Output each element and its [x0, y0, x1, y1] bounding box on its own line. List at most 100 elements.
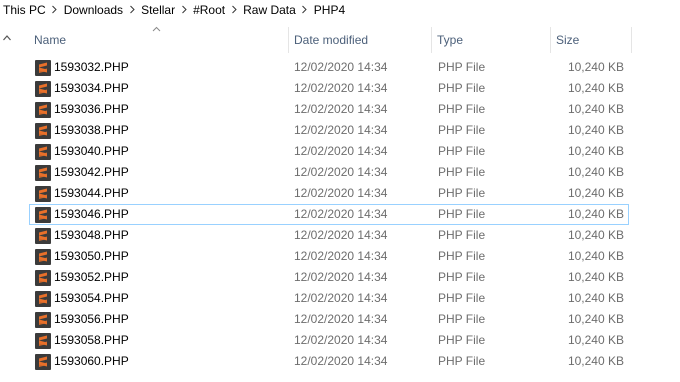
file-type: PHP File	[438, 333, 486, 347]
file-name: 1593036.PHP	[54, 102, 129, 116]
breadcrumb-item-this-pc[interactable]: This PC	[2, 3, 47, 17]
file-size: 10,240 KB	[567, 207, 624, 221]
file-row[interactable]: 1593032.PHP 12/02/2020 14:34 PHP File 10,24…	[29, 57, 629, 78]
breadcrumb-item-downloads[interactable]: Downloads	[63, 3, 124, 17]
sublime-text-file-icon	[35, 312, 51, 328]
file-date-modified: 12/02/2020 14:34	[294, 312, 388, 326]
file-name: 1593056.PHP	[54, 312, 129, 326]
file-type: PHP File	[438, 144, 486, 158]
file-name: 1593052.PHP	[54, 270, 129, 284]
file-row[interactable]: 1593036.PHP 12/02/2020 14:34 PHP File 10,24…	[29, 99, 629, 120]
chevron-right-icon[interactable]	[297, 4, 313, 16]
breadcrumb-item-stellar[interactable]: Stellar	[140, 3, 176, 17]
file-explorer-window: This PC Downloads Stellar #Root Raw Data…	[0, 0, 680, 382]
file-size: 10,240 KB	[567, 312, 624, 326]
file-row[interactable]: 1593044.PHP 12/02/2020 14:34 PHP File 10,24…	[29, 183, 629, 204]
file-type: PHP File	[438, 60, 486, 74]
file-date-modified: 12/02/2020 14:34	[294, 333, 388, 347]
chevron-right-icon[interactable]	[176, 4, 192, 16]
chevron-right-icon[interactable]	[124, 4, 140, 16]
file-size: 10,240 KB	[567, 81, 624, 95]
file-name: 1593038.PHP	[54, 123, 129, 137]
file-row[interactable]: 1593052.PHP 12/02/2020 14:34 PHP File 10,24…	[29, 267, 629, 288]
file-name: 1593048.PHP	[54, 228, 129, 242]
sublime-text-file-icon	[35, 60, 51, 76]
file-date-modified: 12/02/2020 14:34	[294, 102, 388, 116]
file-date-modified: 12/02/2020 14:34	[294, 123, 388, 137]
file-row[interactable]: 1593050.PHP 12/02/2020 14:34 PHP File 10,24…	[29, 246, 629, 267]
file-size: 10,240 KB	[567, 333, 624, 347]
file-row[interactable]: 1593058.PHP 12/02/2020 14:34 PHP File 10,24…	[29, 330, 629, 351]
file-size: 10,240 KB	[567, 291, 624, 305]
sublime-text-file-icon	[35, 207, 51, 223]
sublime-text-file-icon	[35, 102, 51, 118]
file-name: 1593040.PHP	[54, 144, 129, 158]
breadcrumb-item-php4[interactable]: PHP4	[313, 3, 346, 17]
column-header-date-modified[interactable]: Date modified	[289, 27, 431, 53]
file-date-modified: 12/02/2020 14:34	[294, 81, 388, 95]
sublime-text-file-icon	[35, 144, 51, 160]
file-date-modified: 12/02/2020 14:34	[294, 186, 388, 200]
file-size: 10,240 KB	[567, 249, 624, 263]
file-size: 10,240 KB	[567, 123, 624, 137]
file-row[interactable]: 1593056.PHP 12/02/2020 14:34 PHP File 10,24…	[29, 309, 629, 330]
file-type: PHP File	[438, 228, 486, 242]
sublime-text-file-icon	[35, 249, 51, 265]
column-header-name[interactable]: Name	[29, 27, 288, 53]
chevron-right-icon[interactable]	[226, 4, 242, 16]
file-row[interactable]: 1593040.PHP 12/02/2020 14:34 PHP File 10,24…	[29, 141, 629, 162]
file-row[interactable]: 1593048.PHP 12/02/2020 14:34 PHP File 10,24…	[29, 225, 629, 246]
file-type: PHP File	[438, 165, 486, 179]
file-size: 10,240 KB	[567, 228, 624, 242]
file-type: PHP File	[438, 312, 486, 326]
sublime-text-file-icon	[35, 165, 51, 181]
file-type: PHP File	[438, 270, 486, 284]
file-size: 10,240 KB	[567, 165, 624, 179]
file-type: PHP File	[438, 249, 486, 263]
file-size: 10,240 KB	[567, 102, 624, 116]
file-date-modified: 12/02/2020 14:34	[294, 249, 388, 263]
column-divider[interactable]	[631, 27, 632, 53]
chevron-right-icon[interactable]	[47, 4, 63, 16]
sublime-text-file-icon	[35, 123, 51, 139]
sublime-text-file-icon	[35, 81, 51, 97]
file-row[interactable]: 1593060.PHP 12/02/2020 14:34 PHP File 10,24…	[29, 351, 629, 372]
file-type: PHP File	[438, 123, 486, 137]
file-row[interactable]: 1593054.PHP 12/02/2020 14:34 PHP File 10,24…	[29, 288, 629, 309]
file-size: 10,240 KB	[567, 186, 624, 200]
sublime-text-file-icon	[35, 333, 51, 349]
file-row[interactable]: 1593042.PHP 12/02/2020 14:34 PHP File 10,24…	[29, 162, 629, 183]
breadcrumb: This PC Downloads Stellar #Root Raw Data…	[0, 0, 680, 19]
column-header-size[interactable]: Size	[551, 27, 631, 53]
file-row[interactable]: 1593034.PHP 12/02/2020 14:34 PHP File 10,24…	[29, 78, 629, 99]
file-date-modified: 12/02/2020 14:34	[294, 144, 388, 158]
file-date-modified: 12/02/2020 14:34	[294, 165, 388, 179]
file-name: 1593044.PHP	[54, 186, 129, 200]
file-type: PHP File	[438, 102, 486, 116]
column-header-row: Name Date modified Type Size	[0, 26, 680, 53]
file-name: 1593034.PHP	[54, 81, 129, 95]
file-size: 10,240 KB	[567, 144, 624, 158]
file-name: 1593054.PHP	[54, 291, 129, 305]
file-name: 1593046.PHP	[54, 207, 129, 221]
breadcrumb-item-root[interactable]: #Root	[192, 3, 226, 17]
sublime-text-file-icon	[35, 291, 51, 307]
file-size: 10,240 KB	[567, 354, 624, 368]
file-name: 1593058.PHP	[54, 333, 129, 347]
file-date-modified: 12/02/2020 14:34	[294, 270, 388, 284]
file-row[interactable]: 1593046.PHP 12/02/2020 14:34 PHP File 10,24…	[29, 204, 629, 225]
file-size: 10,240 KB	[567, 60, 624, 74]
file-size: 10,240 KB	[567, 270, 624, 284]
file-type: PHP File	[438, 81, 486, 95]
file-row[interactable]: 1593038.PHP 12/02/2020 14:34 PHP File 10,24…	[29, 120, 629, 141]
sublime-text-file-icon	[35, 186, 51, 202]
column-header-type[interactable]: Type	[432, 27, 550, 53]
file-date-modified: 12/02/2020 14:34	[294, 354, 388, 368]
sublime-text-file-icon	[35, 270, 51, 286]
file-name: 1593032.PHP	[54, 60, 129, 74]
file-type: PHP File	[438, 291, 486, 305]
sublime-text-file-icon	[35, 228, 51, 244]
file-name: 1593060.PHP	[54, 354, 129, 368]
file-name: 1593042.PHP	[54, 165, 129, 179]
breadcrumb-item-raw-data[interactable]: Raw Data	[242, 3, 297, 17]
